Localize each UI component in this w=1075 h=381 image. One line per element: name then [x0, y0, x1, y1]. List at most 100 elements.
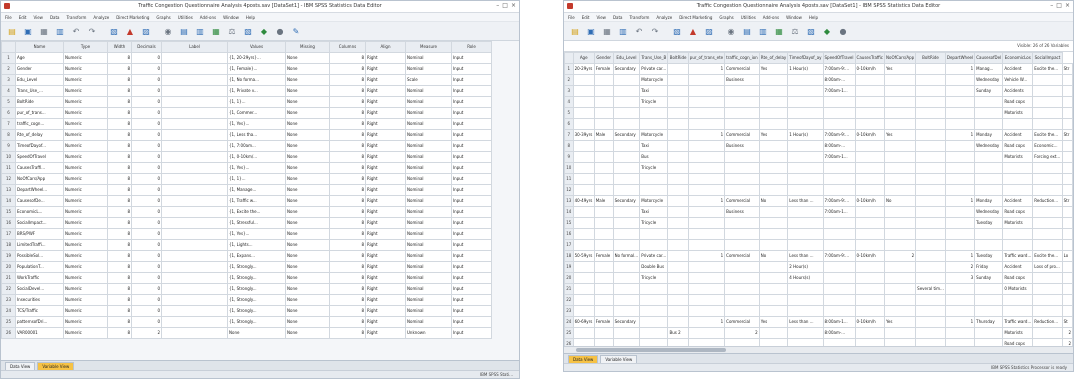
grid-cell[interactable]: [724, 184, 760, 196]
grid-cell[interactable]: [1032, 118, 1063, 130]
table-row[interactable]: 16: [564, 228, 1073, 240]
grid-cell[interactable]: 7:00am-9:...: [822, 250, 856, 262]
grid-cell[interactable]: [854, 272, 886, 284]
grid-cell[interactable]: {1, Strongly...: [227, 305, 286, 317]
grid-cell[interactable]: Business: [724, 140, 760, 152]
grid-cell[interactable]: Right: [365, 283, 406, 295]
grid-cell[interactable]: 0-10km/h: [854, 63, 886, 75]
grid-cell[interactable]: [572, 261, 595, 273]
column-header[interactable]: Age: [572, 52, 595, 64]
grid-cell[interactable]: 30-39yrs: [572, 129, 595, 141]
grid-cell[interactable]: [161, 305, 228, 317]
split-file-icon[interactable]: ▦: [209, 25, 223, 38]
grid-cell[interactable]: Numeric: [63, 228, 108, 240]
grid-cell[interactable]: 8: [329, 206, 366, 218]
grid-cell[interactable]: None: [285, 184, 330, 196]
grid-cell[interactable]: 1: [687, 250, 726, 262]
grid-cell[interactable]: [572, 173, 595, 185]
grid-cell[interactable]: [161, 96, 228, 108]
grid-cell[interactable]: 0: [131, 272, 162, 284]
grid-cell[interactable]: Scale: [405, 74, 452, 86]
grid-cell[interactable]: None: [285, 217, 330, 229]
grid-cell[interactable]: 4 Hours(s): [787, 272, 824, 284]
table-row[interactable]: 19 Double Bus 2 Hour(s) 2 Friday Accident Loss…: [564, 261, 1073, 273]
grid-cell[interactable]: [822, 294, 856, 306]
grid-cell[interactable]: Right: [365, 294, 406, 306]
grid-cell[interactable]: 8: [329, 294, 366, 306]
grid-cell[interactable]: Input: [451, 316, 492, 328]
grid-cell[interactable]: SocialImpact...: [15, 217, 64, 229]
grid-cell[interactable]: 8: [107, 140, 132, 152]
grid-cell[interactable]: Excite the...: [1032, 250, 1063, 262]
grid-cell[interactable]: [974, 305, 1004, 317]
grid-cell[interactable]: [1061, 206, 1073, 218]
grid-cell[interactable]: [639, 283, 669, 295]
grid-cell[interactable]: {1, Strongly...: [227, 283, 286, 295]
grid-cell[interactable]: 8: [329, 272, 366, 284]
grid-cell[interactable]: 50-59yrs: [572, 250, 595, 262]
grid-cell[interactable]: 8: [107, 52, 132, 64]
table-row[interactable]: 8 Taxi Business 8:00am-... Wednesday Road cop…: [564, 140, 1073, 152]
table-row[interactable]: 2 Motorcycle Business 8:00am-... Wednesday Ve…: [564, 74, 1073, 86]
grid-cell[interactable]: [758, 74, 789, 86]
data-grid[interactable]: Age Gender Edu_Level Trans_Use_B BoltRide pur…: [564, 52, 1073, 350]
column-header[interactable]: SocialImpact: [1032, 52, 1063, 64]
column-header[interactable]: Trans_Use_B: [639, 52, 669, 64]
grid-cell[interactable]: [161, 228, 228, 240]
grid-cell[interactable]: [724, 217, 760, 229]
grid-cell[interactable]: [884, 228, 917, 240]
grid-cell[interactable]: Trans_Use_...: [15, 85, 64, 97]
grid-cell[interactable]: [915, 316, 946, 328]
grid-cell[interactable]: Accident: [1002, 195, 1034, 207]
grid-cell[interactable]: {1, Private v...: [227, 85, 286, 97]
grid-cell[interactable]: [944, 206, 976, 218]
grid-cell[interactable]: [572, 206, 595, 218]
grid-cell[interactable]: [884, 206, 917, 218]
grid-cell[interactable]: [572, 228, 595, 240]
grid-cell[interactable]: Input: [451, 327, 492, 339]
column-header[interactable]: Label: [161, 41, 228, 53]
grid-cell[interactable]: {1, Strongly...: [227, 316, 286, 328]
grid-cell[interactable]: [572, 217, 595, 229]
grid-cell[interactable]: [572, 239, 595, 251]
grid-cell[interactable]: [822, 239, 856, 251]
close-icon[interactable]: ×: [511, 2, 516, 9]
grid-cell[interactable]: [915, 63, 946, 75]
table-row[interactable]: 23 Insecurities Numeric 8 0 {1, Strongly... No…: [1, 294, 492, 306]
grid-cell[interactable]: [161, 151, 228, 163]
grid-cell[interactable]: [854, 140, 886, 152]
grid-cell[interactable]: Secondary: [612, 63, 641, 75]
variables-icon[interactable]: ▨: [702, 25, 716, 38]
grid-cell[interactable]: [974, 173, 1004, 185]
open-file-icon[interactable]: ▤: [5, 25, 19, 38]
grid-cell[interactable]: Nominal: [405, 173, 452, 185]
grid-cell[interactable]: [1032, 162, 1063, 174]
grid-cell[interactable]: No: [884, 195, 917, 207]
grid-cell[interactable]: 8: [107, 294, 132, 306]
grid-cell[interactable]: [822, 272, 856, 284]
grid-cell[interactable]: Double Bus: [639, 261, 669, 273]
grid-cell[interactable]: 0: [131, 129, 162, 141]
grid-cell[interactable]: 8: [107, 195, 132, 207]
menu-item-window[interactable]: Window: [223, 15, 239, 20]
grid-cell[interactable]: [758, 107, 789, 119]
grid-cell[interactable]: [944, 107, 976, 119]
grid-cell[interactable]: [687, 228, 726, 240]
grid-cell[interactable]: [1061, 118, 1073, 130]
grid-cell[interactable]: [915, 261, 946, 273]
table-row[interactable]: 7 traffic_cogn... Numeric 8 0 {1, Yes}... None…: [1, 118, 492, 130]
grid-cell[interactable]: 0: [131, 96, 162, 108]
grid-cell[interactable]: 0: [131, 206, 162, 218]
grid-cell[interactable]: [787, 283, 824, 295]
column-header[interactable]: Type: [63, 41, 108, 53]
grid-cell[interactable]: Nominal: [405, 151, 452, 163]
grid-cell[interactable]: [687, 305, 726, 317]
grid-cell[interactable]: Road cops: [1002, 96, 1034, 108]
grid-cell[interactable]: Input: [451, 52, 492, 64]
table-row[interactable]: 24 TCS/Traffic Numeric 8 0 {1, Strongly... Non…: [1, 305, 492, 317]
grid-cell[interactable]: 8:00am-1...: [822, 316, 856, 328]
grid-cell[interactable]: Motorists: [1002, 151, 1034, 163]
grid-cell[interactable]: Rte_of_delay: [15, 129, 64, 141]
grid-cell[interactable]: [639, 294, 669, 306]
grid-cell[interactable]: [1061, 184, 1073, 196]
